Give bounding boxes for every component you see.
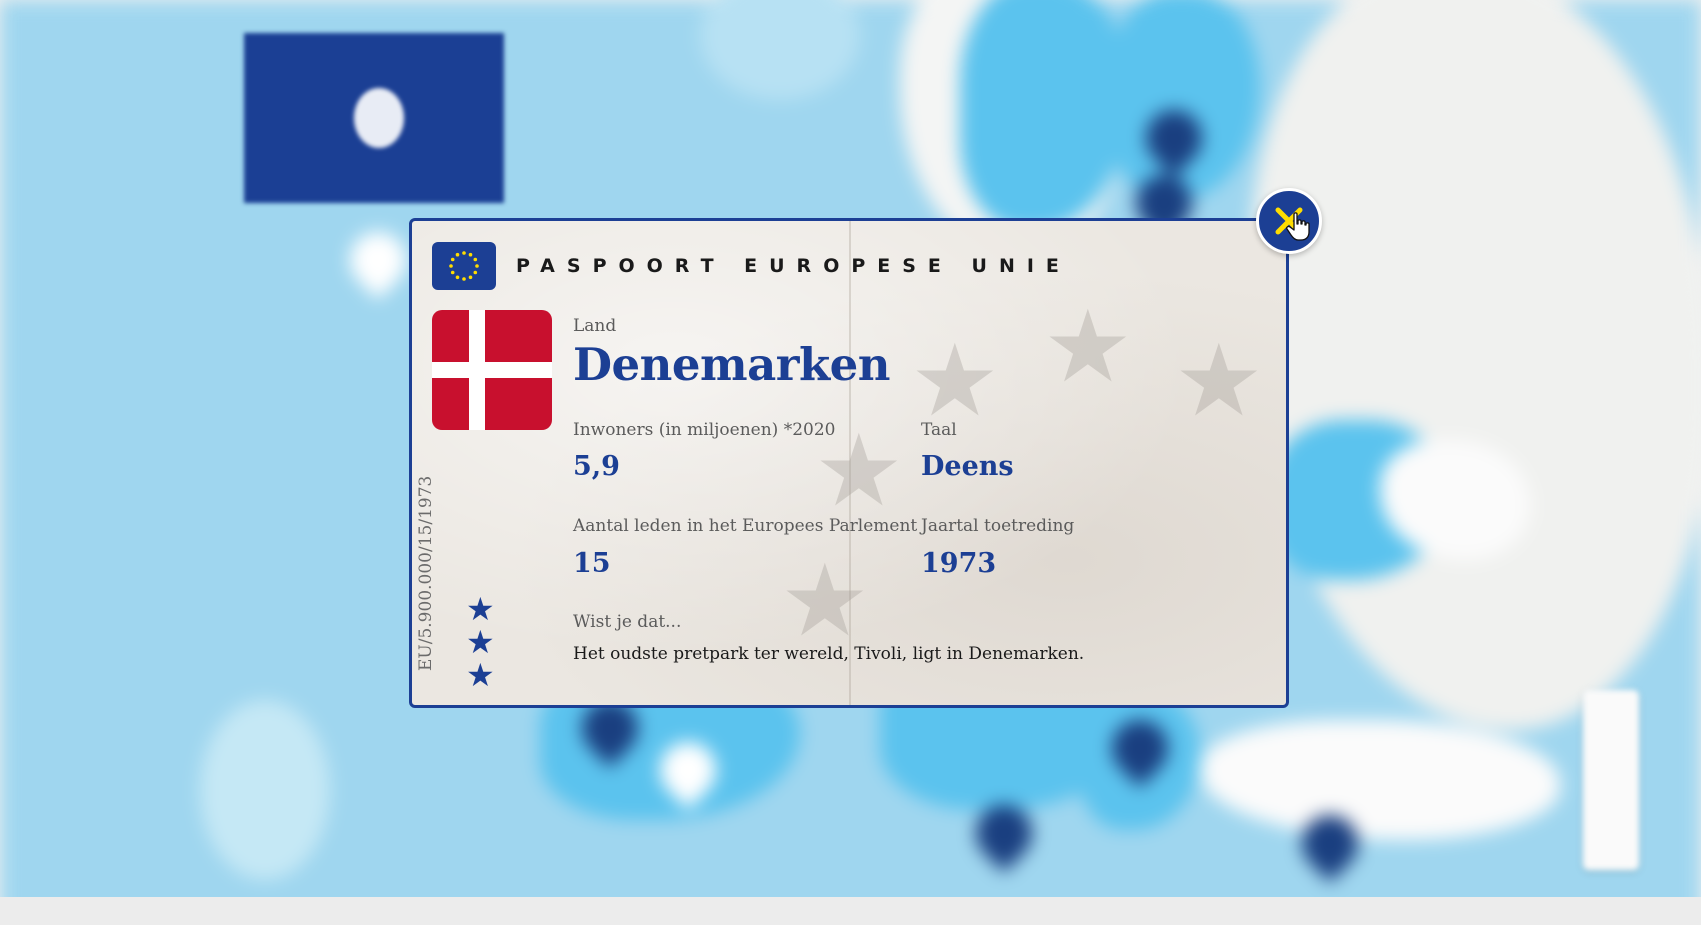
star-icon: ★ xyxy=(466,590,495,628)
fact-text: Het oudste pretpark ter wereld, Tivoli, … xyxy=(573,644,1085,664)
hand-pointer-icon xyxy=(1286,212,1310,241)
star-icon: ★ xyxy=(466,656,495,694)
passport-title: PASPOORT EUROPESE UNIE xyxy=(516,255,1071,277)
accession-value: 1973 xyxy=(921,548,997,579)
mep-value: 15 xyxy=(573,548,611,579)
eu-flag-map-marker[interactable] xyxy=(244,33,504,203)
background-star-icon: ★ xyxy=(910,322,1000,439)
background-star-icon: ★ xyxy=(1174,322,1264,439)
language-value: Deens xyxy=(921,451,1014,482)
bottom-bar xyxy=(0,897,1701,925)
eu-flag-icon xyxy=(432,242,496,290)
passport-header: PASPOORT EUROPESE UNIE xyxy=(432,241,1071,291)
background-star-icon: ★ xyxy=(780,542,870,659)
background-star-icon: ★ xyxy=(1043,288,1133,405)
star-icon: ★ xyxy=(466,623,495,661)
population-label: Inwoners (in miljoenen) *2020 xyxy=(573,420,836,440)
passport-card: ★ ★ ★ ★ ★ PASPOORT EUROPESE UNIE Land De… xyxy=(409,218,1289,708)
country-label: Land xyxy=(573,316,617,336)
map-zoom-controls[interactable] xyxy=(1583,690,1639,870)
country-name: Denemarken xyxy=(573,338,891,391)
mep-label: Aantal leden in het Europees Parlement xyxy=(573,516,918,536)
accession-label: Jaartal toetreding xyxy=(921,516,1075,536)
population-value: 5,9 xyxy=(573,451,620,482)
app-stage: ★ ★ ★ ★ ★ PASPOORT EUROPESE UNIE Land De… xyxy=(0,0,1701,925)
fact-label: Wist je dat... xyxy=(573,612,682,632)
passport-code: EU/5.900.000/15/1973 xyxy=(416,475,436,671)
denmark-flag-icon xyxy=(432,310,552,430)
language-label: Taal xyxy=(921,420,957,440)
